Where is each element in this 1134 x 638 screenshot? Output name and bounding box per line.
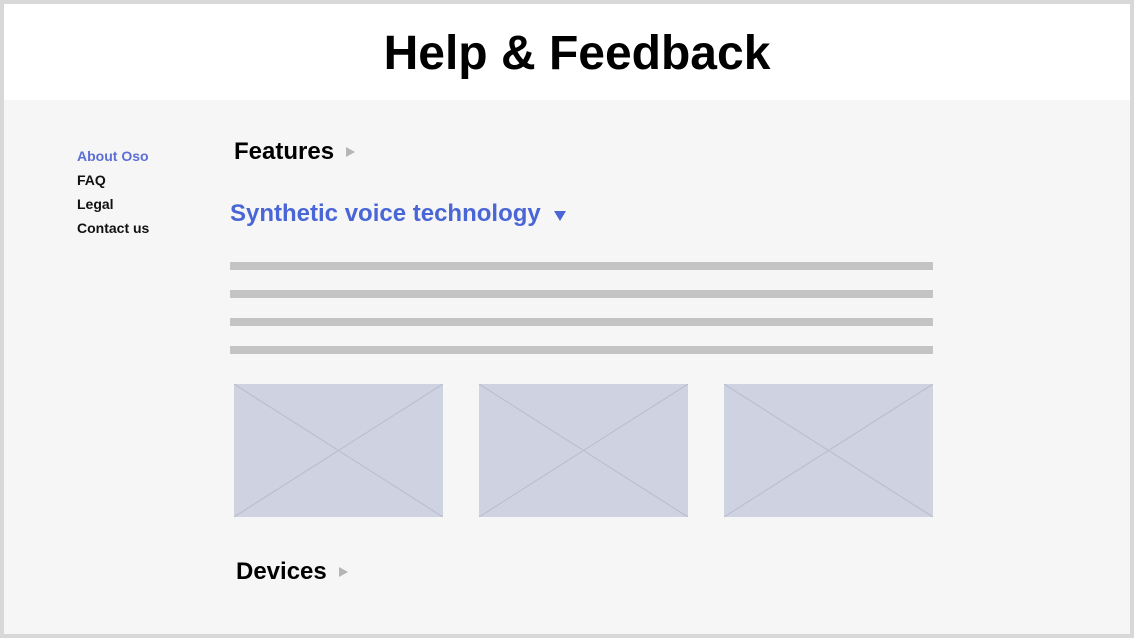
- sidebar-item-faq[interactable]: FAQ: [77, 168, 149, 192]
- triangle-down-icon: [553, 210, 566, 221]
- text-placeholder-line: [230, 346, 933, 354]
- text-placeholder-line: [230, 290, 933, 298]
- text-placeholder-line: [230, 262, 933, 270]
- text-placeholder-line: [230, 318, 933, 326]
- triangle-right-icon: [346, 147, 356, 157]
- sidebar-item-contact-us[interactable]: Contact us: [77, 216, 149, 240]
- section-header-features[interactable]: Features: [234, 138, 356, 166]
- image-placeholder-icon: [479, 384, 688, 517]
- section-header-synthetic-voice[interactable]: Synthetic voice technology: [230, 200, 566, 228]
- page-header: Help & Feedback: [4, 4, 1130, 100]
- section-title-synthetic-voice: Synthetic voice technology: [230, 200, 541, 227]
- section-title-features: Features: [234, 138, 335, 165]
- triangle-right-icon: [338, 567, 348, 577]
- section-header-devices[interactable]: Devices: [236, 558, 348, 586]
- page-title: Help & Feedback: [383, 27, 771, 80]
- sidebar-item-about-oso[interactable]: About Oso: [77, 144, 149, 168]
- image-placeholder-icon: [724, 384, 933, 517]
- section-title-devices: Devices: [236, 558, 327, 585]
- sidebar-nav: About Oso FAQ Legal Contact us: [77, 144, 149, 240]
- help-feedback-page: Help & Feedback About Oso FAQ Legal Cont…: [0, 0, 1134, 638]
- sidebar-item-legal[interactable]: Legal: [77, 192, 149, 216]
- image-placeholder-icon: [234, 384, 443, 517]
